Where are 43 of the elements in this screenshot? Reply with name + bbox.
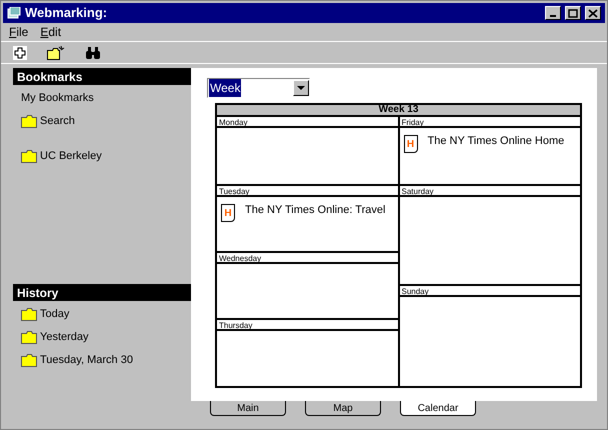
menu-item[interactable]: Edit [40, 26, 62, 38]
day-label: Sunday [400, 286, 580, 297]
day-label: Thursday [217, 320, 398, 331]
maximize-icon [568, 8, 578, 18]
week-header: Week 13 [217, 105, 580, 117]
folder-icon [21, 114, 37, 128]
folder-item[interactable]: Search [21, 112, 191, 130]
section-header: History [13, 284, 191, 301]
view-dropdown[interactable]: Week [207, 78, 310, 98]
page-badge: H [221, 204, 235, 222]
tab[interactable]: Map [305, 401, 381, 416]
folder-item[interactable]: Tuesday, March 30 [21, 351, 191, 369]
day-label: Tuesday [217, 186, 398, 197]
folder-item[interactable]: Yesterday [21, 328, 191, 346]
calendar-entry[interactable]: H The NY Times Online: Travel [221, 202, 394, 222]
menu-item[interactable]: File [9, 26, 28, 38]
bookmark-root[interactable]: My Bookmarks [21, 89, 191, 107]
day-label: Saturday [400, 186, 580, 197]
minimize-icon [550, 15, 556, 17]
maximize-button[interactable] [565, 6, 581, 20]
folder-icon [21, 308, 37, 320]
calendar-entry[interactable]: H The NY Times Online Home [404, 133, 576, 153]
folder-item[interactable]: UC Berkeley [21, 147, 191, 165]
folder-icon [21, 354, 37, 366]
tab[interactable]: Calendar [400, 401, 476, 416]
close-button[interactable] [585, 6, 601, 20]
binoculars-icon[interactable] [85, 46, 101, 60]
page-badge: H [404, 135, 418, 153]
section-header: Bookmarks [13, 68, 191, 85]
folder-icon [21, 330, 37, 344]
day-label: Wednesday [217, 253, 398, 264]
app-icon [7, 7, 21, 19]
day-label: Monday [217, 117, 398, 128]
folder-item[interactable]: Today [21, 305, 191, 323]
plus-icon[interactable] [13, 46, 27, 60]
minimize-button[interactable] [545, 6, 561, 20]
day-label: Friday [400, 117, 580, 128]
folder-icon [21, 150, 37, 162]
tab[interactable]: Main [210, 401, 286, 416]
new-folder-icon[interactable] [47, 46, 65, 60]
close-icon [588, 8, 598, 18]
window-title: Webmarking: [25, 4, 108, 22]
caret-icon [297, 86, 305, 90]
